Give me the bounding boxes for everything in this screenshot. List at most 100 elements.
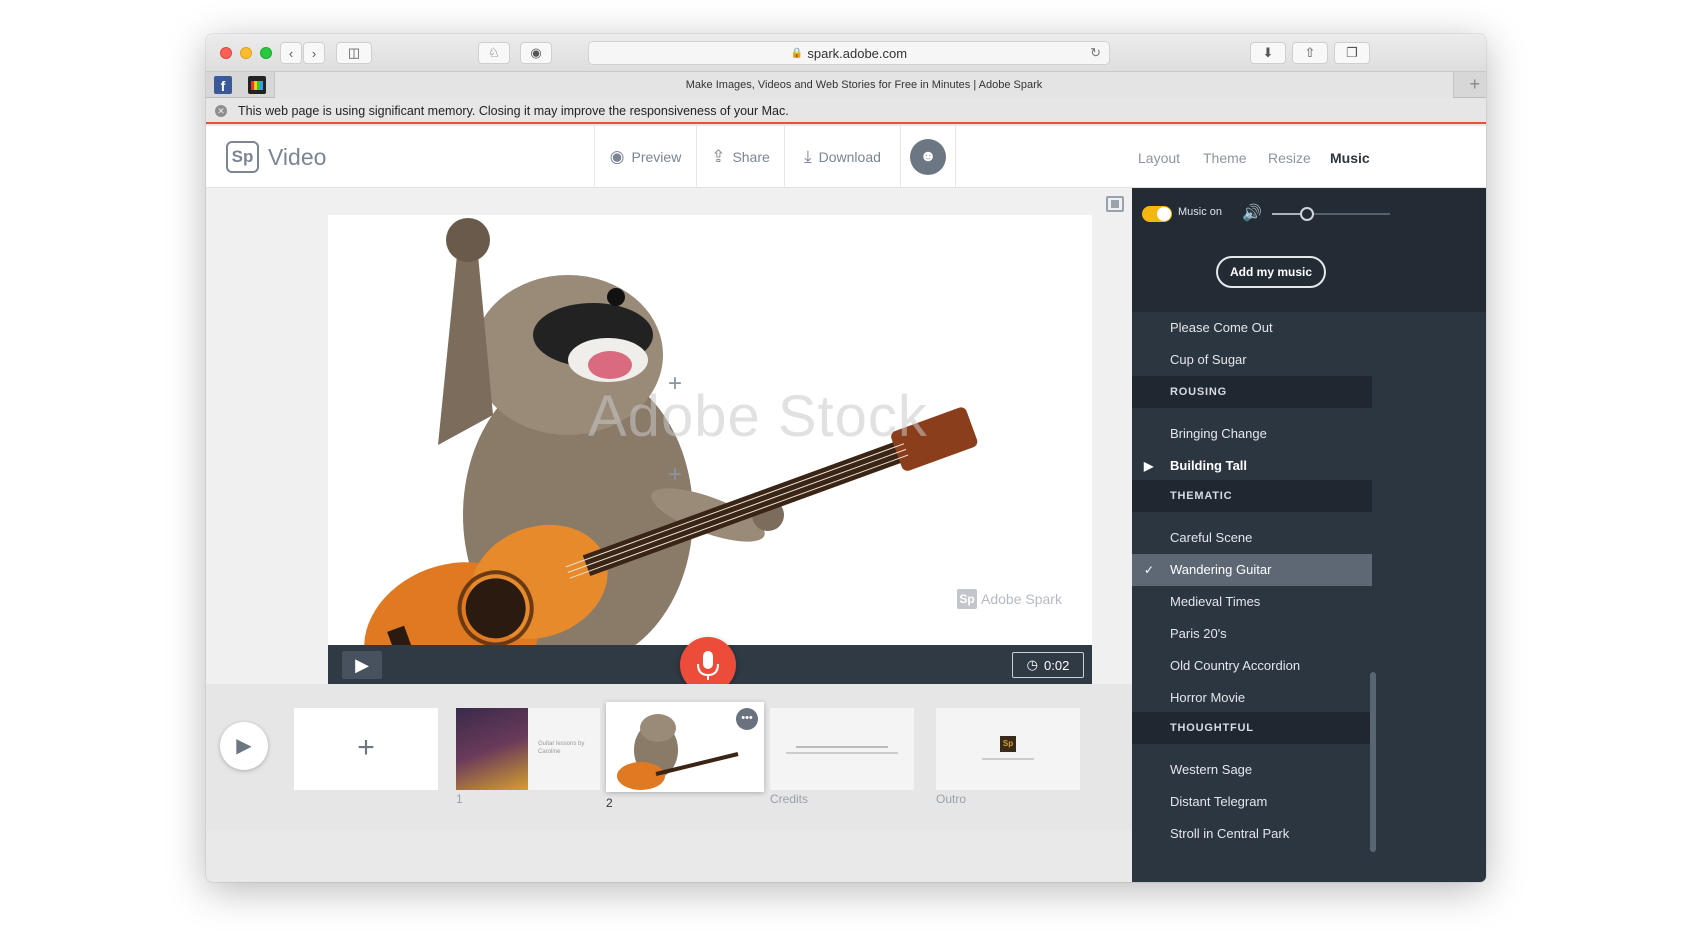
slide-timeline: ▶ + Guitar lessons by Caroline 1 ••• 2 C… (206, 684, 1132, 830)
slide-thumbnail-credits[interactable] (770, 708, 914, 790)
sidebar-toggle-button[interactable]: ◫ (336, 42, 372, 64)
play-slide-button[interactable]: ▶ (342, 651, 382, 679)
extension-icon: ♘ (488, 45, 500, 60)
preview-button[interactable]: ◉ Preview (594, 126, 696, 188)
volume-slider[interactable] (1272, 207, 1390, 221)
volume-knob[interactable] (1300, 207, 1315, 221)
play-icon: ▶ (1144, 459, 1154, 473)
music-track-item[interactable]: Old Country Accordion (1132, 650, 1372, 682)
collaborate-button[interactable]: ☻ (900, 126, 956, 188)
music-toggle[interactable] (1142, 206, 1172, 222)
reload-icon[interactable]: ↻ (1090, 45, 1101, 61)
address-bar[interactable]: 🔒 spark.adobe.com ↻ (588, 41, 1110, 65)
speaker-icon[interactable]: 🔊 (1242, 203, 1262, 223)
preview-label: Preview (631, 149, 682, 165)
music-row-label: Medieval Times (1170, 594, 1261, 609)
app-header: Sp Video ◉ Preview ⇪ Share ⤓ Download ☻ … (206, 126, 1486, 188)
facebook-pinned-tab[interactable]: f (214, 76, 232, 94)
memory-warning-bar: ✕ This web page is using significant mem… (206, 98, 1486, 124)
zoom-window-button[interactable] (260, 47, 272, 59)
music-track-item[interactable]: ✓ Wandering Guitar (1132, 554, 1372, 586)
app-title: Video (268, 144, 327, 170)
spark-logo[interactable]: Sp (226, 141, 259, 173)
add-person-icon: ☻ (910, 139, 946, 175)
back-button[interactable]: ‹ (280, 42, 302, 64)
sidebar-icon: ◫ (347, 45, 361, 60)
music-row-label: Old Country Accordion (1170, 658, 1301, 673)
eye-icon: ◉ (609, 147, 625, 166)
music-track-item[interactable]: Western Sage (1132, 754, 1372, 786)
music-track-item[interactable]: Please Come Out (1132, 312, 1372, 344)
add-my-music-button[interactable]: Add my music (1216, 256, 1326, 288)
nav-resize[interactable]: Resize (1268, 150, 1311, 166)
slide-canvas[interactable]: Adobe Stock + + Sp Adobe Spark (328, 215, 1092, 645)
music-track-item[interactable]: Stroll in Central Park (1132, 818, 1372, 850)
minimize-window-button[interactable] (240, 47, 252, 59)
download-circle-icon: ⬇ (1262, 45, 1274, 60)
pinned-tab-icon[interactable] (248, 76, 266, 94)
music-track-item[interactable]: Medieval Times (1132, 586, 1372, 618)
music-track-list: Please Come Out Cup of Sugar ROUSING Bringi… (1132, 312, 1486, 882)
shield-icon: ◉ (530, 45, 542, 60)
music-category-header: THEMATIC (1132, 480, 1372, 512)
browser-toolbar: ‹ › ◫ ♘ ◉ 🔒 spark.adobe.com ↻ ⬇ ⇧ ❐ (206, 34, 1486, 72)
slide-thumbnail-outro[interactable]: Sp (936, 708, 1080, 790)
downloads-button[interactable]: ⬇ (1250, 42, 1286, 64)
nav-music[interactable]: Music (1330, 150, 1370, 166)
memory-warning-text: This web page is using significant memor… (238, 104, 789, 118)
plus-icon: + (357, 731, 375, 764)
close-icon[interactable]: ✕ (215, 105, 227, 117)
music-track-item[interactable]: Cup of Sugar (1132, 344, 1372, 376)
music-track-item[interactable]: ▶ Building Tall (1132, 450, 1372, 482)
tabs-icon: ❐ (1346, 45, 1358, 60)
more-options-icon[interactable]: ••• (736, 708, 758, 730)
music-row-label: THEMATIC (1170, 490, 1233, 502)
music-category-header: ROUSING (1132, 376, 1372, 408)
spark-watermark-text: Adobe Spark (981, 591, 1062, 607)
tab-title: Make Images, Videos and Web Stories for … (685, 79, 1043, 91)
music-track-item[interactable]: Bringing Change (1132, 418, 1372, 450)
download-button[interactable]: ⤓ Download (784, 126, 900, 188)
download-label: Download (818, 149, 881, 165)
share-page-button[interactable]: ⇧ (1292, 42, 1328, 64)
close-window-button[interactable] (220, 47, 232, 59)
music-row-label: Cup of Sugar (1170, 352, 1247, 367)
music-row-label: Paris 20's (1170, 626, 1227, 641)
chevron-right-icon: › (311, 45, 317, 61)
active-tab[interactable]: Make Images, Videos and Web Stories for … (274, 72, 1454, 98)
music-track-item[interactable]: Horror Movie (1132, 682, 1372, 714)
music-row-label: Distant Telegram (1170, 794, 1268, 809)
add-text-plus-icon[interactable]: + (668, 370, 682, 398)
browser-window: ‹ › ◫ ♘ ◉ 🔒 spark.adobe.com ↻ ⬇ ⇧ ❐ f Ma… (206, 34, 1486, 882)
slide-1-photo (456, 708, 528, 790)
share-button[interactable]: ⇪ Share (696, 126, 784, 188)
chevron-left-icon: ‹ (288, 45, 294, 61)
duration-value: 0:02 (1044, 657, 1070, 673)
music-track-item[interactable]: Distant Telegram (1132, 786, 1372, 818)
spark-mark-icon: Sp (1000, 736, 1016, 752)
music-track-item[interactable]: Paris 20's (1132, 618, 1372, 650)
track-list-scrollbar[interactable] (1370, 672, 1376, 852)
privacy-button[interactable]: ◉ (520, 42, 552, 64)
nav-layout[interactable]: Layout (1138, 150, 1180, 166)
slide-thumbnail-2[interactable]: ••• (606, 702, 764, 792)
forward-button[interactable]: › (303, 42, 325, 64)
play-video-button[interactable]: ▶ (220, 722, 268, 770)
duration-button[interactable]: ◷ 0:02 (1012, 652, 1084, 678)
tab-overview-button[interactable]: ❐ (1334, 42, 1370, 64)
music-track-item[interactable]: Careful Scene (1132, 522, 1372, 554)
new-tab-button[interactable]: + (1469, 74, 1480, 95)
fullscreen-icon[interactable] (1106, 196, 1124, 212)
music-controls: Music on 🔊 Add my music (1132, 188, 1486, 312)
extension-button[interactable]: ♘ (478, 42, 510, 64)
nav-theme[interactable]: Theme (1203, 150, 1247, 166)
spark-watermark: Sp Adobe Spark (957, 589, 1062, 609)
music-row-label: Horror Movie (1170, 690, 1246, 705)
add-text-plus-icon[interactable]: + (668, 461, 682, 489)
music-row-label: Bringing Change (1170, 426, 1267, 441)
slide-thumbnail-1[interactable]: Guitar lessons by Caroline (456, 708, 600, 790)
credits-text-line (786, 752, 898, 754)
add-slide-button[interactable]: + (294, 708, 438, 790)
music-row-label: Building Tall (1170, 458, 1248, 473)
address-url: spark.adobe.com (807, 45, 908, 61)
